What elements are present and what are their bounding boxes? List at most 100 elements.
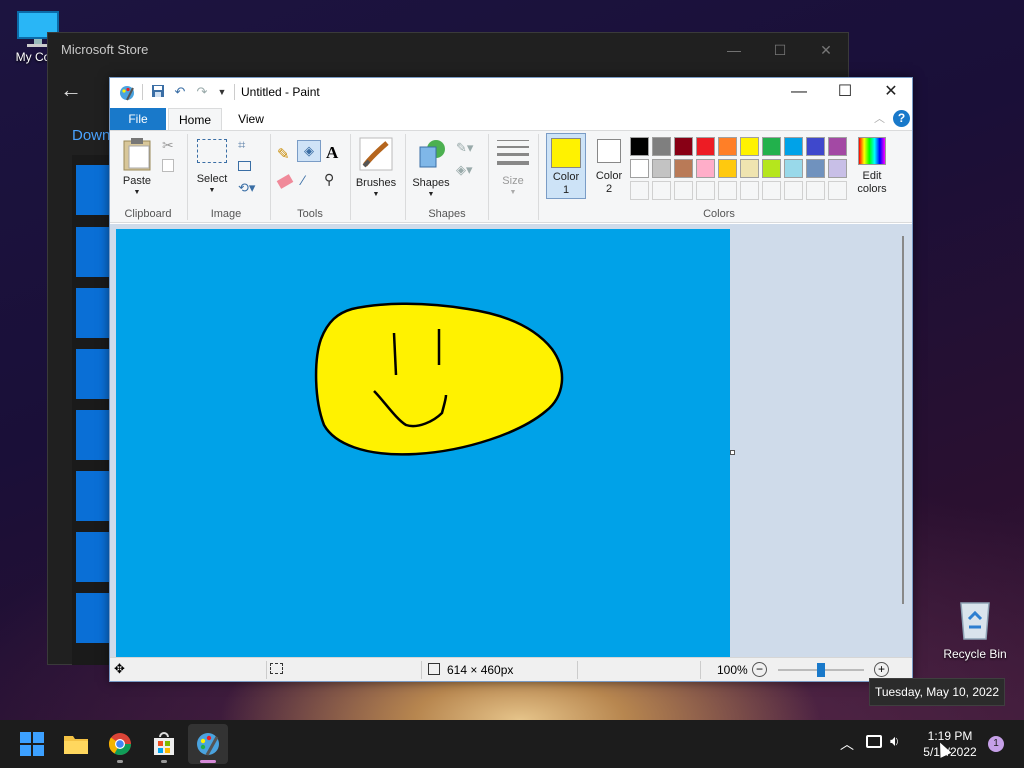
resize-icon[interactable]: [238, 161, 251, 171]
canvas-resize-handle[interactable]: [730, 450, 735, 455]
zoom-out-button[interactable]: −: [752, 662, 767, 677]
palette-swatch[interactable]: [696, 137, 715, 156]
eraser-icon[interactable]: [276, 174, 294, 189]
maximize-button[interactable]: ☐: [822, 78, 868, 106]
color1-button[interactable]: Color 1: [546, 133, 586, 199]
palette-swatch-empty[interactable]: [740, 181, 759, 200]
brushes-button[interactable]: Brushes ▼: [354, 135, 398, 199]
store-app-tile[interactable]: [76, 288, 110, 338]
zoom-slider[interactable]: [778, 663, 864, 677]
tab-view[interactable]: View: [226, 108, 276, 130]
palette-swatch-empty[interactable]: [762, 181, 781, 200]
size-button[interactable]: Size ▼: [495, 137, 531, 199]
store-app-tile[interactable]: [76, 165, 110, 215]
shapes-button[interactable]: Shapes ▼: [410, 135, 452, 199]
store-app-tile[interactable]: [76, 349, 110, 399]
vertical-scrollbar[interactable]: [902, 236, 904, 604]
store-app-tile[interactable]: [76, 593, 110, 643]
zoom-slider-thumb[interactable]: [817, 663, 825, 677]
palette-swatch[interactable]: [630, 137, 649, 156]
close-button[interactable]: ✕: [868, 78, 914, 106]
volume-icon[interactable]: 🔉︎: [890, 733, 899, 750]
minimize-ribbon-icon[interactable]: ︿: [874, 110, 885, 126]
store-maximize-button[interactable]: ☐: [757, 33, 803, 67]
palette-swatch[interactable]: [652, 159, 671, 178]
palette-swatch-empty[interactable]: [718, 181, 737, 200]
start-button[interactable]: [12, 724, 52, 764]
color-picker-icon[interactable]: ⁄: [302, 172, 304, 188]
ribbon-tabs: File Home View ︿ ?: [110, 106, 912, 130]
palette-swatch-empty[interactable]: [828, 181, 847, 200]
customize-quick-access-icon[interactable]: ▼: [214, 84, 230, 100]
crop-icon[interactable]: ⌗: [238, 137, 245, 153]
palette-swatch[interactable]: [696, 159, 715, 178]
palette-swatch[interactable]: [674, 137, 693, 156]
show-hidden-icons-button[interactable]: ︿: [840, 734, 854, 754]
outline-icon[interactable]: ✎▾: [456, 140, 473, 156]
paint-app-icon: [120, 86, 134, 101]
palette-swatch[interactable]: [762, 137, 781, 156]
color2-button[interactable]: Color 2: [590, 133, 628, 199]
edit-colors-button[interactable]: Edit colors: [852, 135, 892, 199]
store-app-tile[interactable]: [76, 532, 110, 582]
store-close-button[interactable]: ✕: [803, 33, 849, 67]
select-button[interactable]: Select ▼: [194, 137, 230, 199]
date-tooltip: Tuesday, May 10, 2022: [869, 678, 1005, 706]
palette-swatch[interactable]: [828, 159, 847, 178]
network-icon[interactable]: [866, 735, 882, 748]
desktop-icon-recycle-bin[interactable]: Recycle Bin: [940, 597, 1010, 661]
store-app-tile[interactable]: [76, 410, 110, 460]
copy-icon[interactable]: [162, 159, 174, 172]
magnifier-icon[interactable]: ⚲: [324, 171, 334, 188]
fill-bucket-icon[interactable]: ◈: [297, 140, 321, 162]
palette-swatch-empty[interactable]: [696, 181, 715, 200]
palette-swatch-empty[interactable]: [652, 181, 671, 200]
palette-swatch[interactable]: [652, 137, 671, 156]
palette-swatch-empty[interactable]: [806, 181, 825, 200]
palette-swatch-empty[interactable]: [630, 181, 649, 200]
store-button[interactable]: [144, 724, 184, 764]
smiley-drawing: [314, 302, 564, 456]
palette-swatch-empty[interactable]: [784, 181, 803, 200]
store-minimize-button[interactable]: —: [711, 33, 757, 67]
pencil-icon[interactable]: ✎: [277, 145, 290, 163]
minimize-button[interactable]: —: [776, 78, 822, 106]
undo-icon[interactable]: ↶: [172, 84, 188, 100]
palette-swatch-empty[interactable]: [674, 181, 693, 200]
palette-swatch[interactable]: [784, 159, 803, 178]
palette-swatch[interactable]: [674, 159, 693, 178]
fill-icon[interactable]: ◈▾: [456, 162, 473, 178]
size-label: Size: [502, 175, 524, 187]
notification-badge[interactable]: 1: [988, 736, 1004, 752]
palette-swatch[interactable]: [762, 159, 781, 178]
folder-icon: [64, 736, 88, 754]
redo-icon[interactable]: ↷: [194, 84, 210, 100]
paste-button[interactable]: Paste ▼: [118, 135, 156, 201]
file-explorer-button[interactable]: [56, 724, 96, 764]
palette-swatch[interactable]: [806, 137, 825, 156]
palette-swatch[interactable]: [718, 137, 737, 156]
back-arrow-icon[interactable]: ←: [60, 77, 82, 103]
clock[interactable]: 1:19 PM 5/10/2022: [918, 728, 982, 760]
chrome-button[interactable]: [100, 724, 140, 764]
help-icon[interactable]: ?: [893, 110, 910, 127]
paint-taskbar-button[interactable]: [188, 724, 228, 764]
palette-swatch[interactable]: [806, 159, 825, 178]
cut-icon[interactable]: ✂: [162, 137, 174, 154]
tab-file[interactable]: File: [110, 108, 166, 130]
rotate-icon[interactable]: ⟲▾: [238, 180, 255, 196]
canvas-size-icon: [428, 663, 440, 675]
zoom-in-button[interactable]: +: [874, 662, 889, 677]
palette-swatch[interactable]: [718, 159, 737, 178]
text-icon[interactable]: A: [326, 143, 338, 163]
palette-swatch[interactable]: [740, 159, 759, 178]
palette-swatch[interactable]: [740, 137, 759, 156]
tab-home[interactable]: Home: [168, 108, 222, 130]
store-app-tile[interactable]: [76, 471, 110, 521]
palette-swatch[interactable]: [784, 137, 803, 156]
palette-swatch[interactable]: [828, 137, 847, 156]
save-icon[interactable]: [150, 84, 166, 100]
store-app-tile[interactable]: [76, 227, 110, 277]
drawing-canvas[interactable]: [116, 229, 730, 657]
palette-swatch[interactable]: [630, 159, 649, 178]
